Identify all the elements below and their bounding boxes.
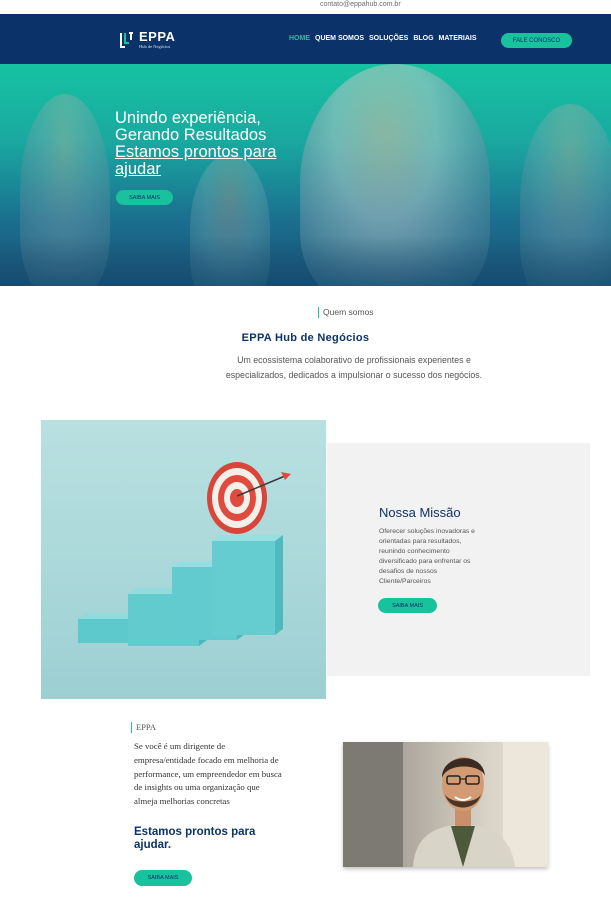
hero-headline: Unindo experiência, Gerando Resultados E… (115, 110, 345, 178)
mission-title: Nossa Missão (379, 505, 461, 520)
logo[interactable]: EPPA Hub de Negócios (119, 28, 189, 52)
smiling-man-photo (343, 742, 548, 867)
hero-line-3: Estamos prontos para (115, 143, 277, 161)
contact-email[interactable]: contato@eppahub.com.br (320, 1, 401, 8)
nav-item-solucoes[interactable]: SOLUÇÕES (369, 35, 408, 42)
man-photo-illustration (343, 742, 548, 867)
hero-line-2: Gerando Resultados (115, 126, 267, 144)
hero-line-1: Unindo experiência, (115, 109, 261, 127)
mission-image (41, 420, 326, 699)
nav-item-blog[interactable]: BLOG (413, 35, 433, 42)
nav-item-home[interactable]: HOME (289, 35, 310, 42)
nav-item-materiais[interactable]: MATERIAIS (439, 35, 477, 42)
nav-item-quem-somos[interactable]: QUEM SOMOS (315, 35, 364, 42)
eppa-section-tag: EPPA (131, 722, 156, 733)
eppa-description: Se você é um dirigente de empresa/entida… (134, 741, 282, 807)
hero-photo-shade (0, 236, 611, 286)
mission-saiba-mais-button[interactable]: SAIBA MAIS (378, 598, 437, 613)
mission-panel: Nossa Missão Oferecer soluções inovadora… (327, 443, 590, 676)
logo-name: EPPA (139, 29, 176, 44)
logo-icon (120, 32, 133, 48)
hero-saiba-mais-button[interactable]: SAIBA MAIS (116, 190, 173, 205)
target-steps-illustration (78, 462, 291, 646)
eppa-saiba-mais-button[interactable]: SAIBA MAIS (134, 870, 192, 886)
about-title: EPPA Hub de Negócios (241, 332, 370, 344)
about-section-tag: Quem somos (318, 307, 374, 318)
top-contact-bar: contato@eppahub.com.br (0, 0, 611, 14)
logo-subtitle: Hub de Negócios (139, 44, 171, 49)
main-nav: HOME QUEM SOMOS SOLUÇÕES BLOG MATERIAIS (289, 35, 477, 42)
hero-line-4: ajudar (115, 160, 161, 178)
hero-banner: Unindo experiência, Gerando Resultados E… (0, 64, 611, 286)
fale-conosco-button[interactable]: FALE CONOSCO (501, 33, 572, 48)
eppa-headline: Estamos prontos para ajudar. (134, 826, 256, 851)
about-description: Um ecossistema colaborativo de profissio… (225, 355, 483, 380)
site-header: EPPA Hub de Negócios HOME QUEM SOMOS SOL… (0, 14, 611, 64)
mission-description: Oferecer soluções inovadoras e orientada… (379, 528, 475, 585)
